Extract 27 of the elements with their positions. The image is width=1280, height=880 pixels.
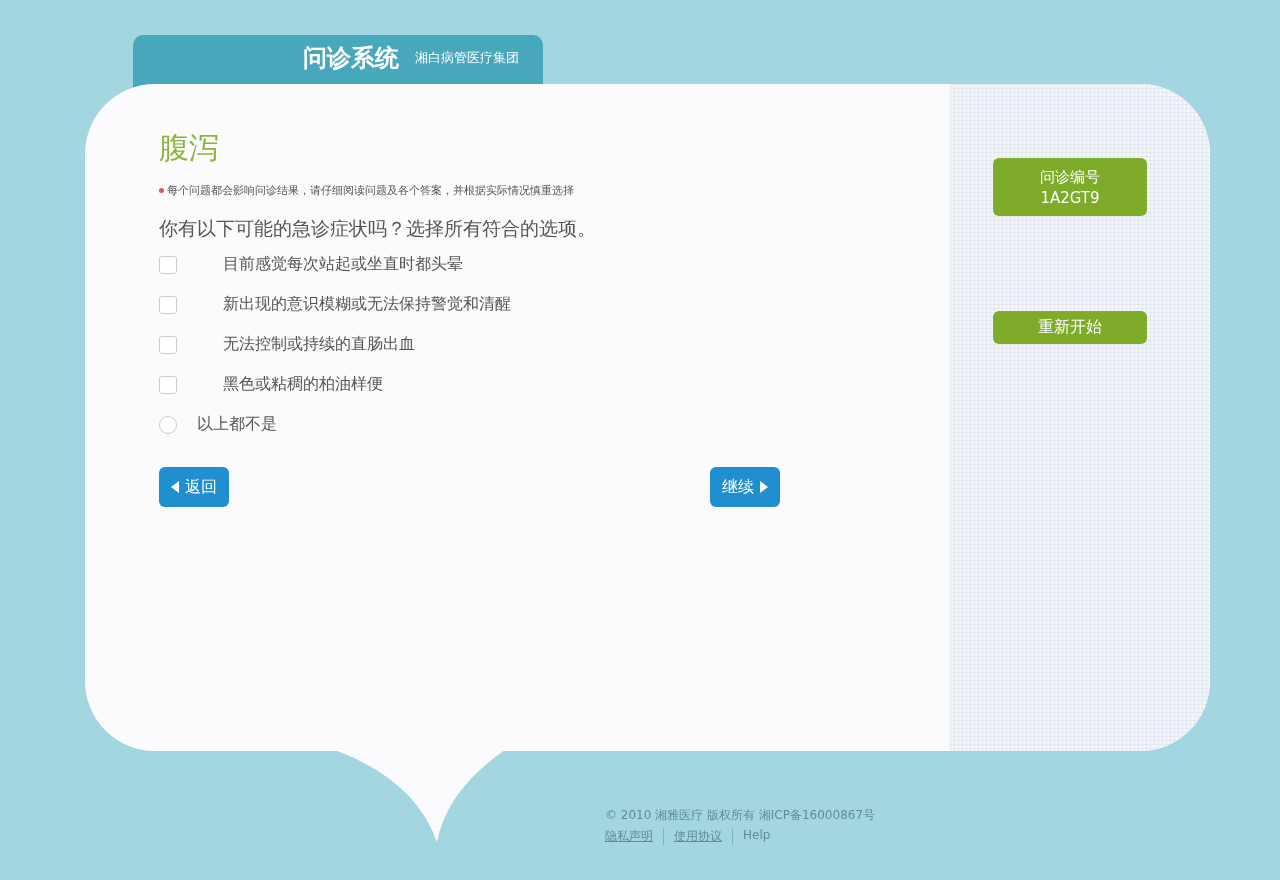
code-value: 1A2GT9 xyxy=(1040,188,1100,207)
option-label: 无法控制或持续的直肠出血 xyxy=(223,334,415,355)
organization-name: 湘白病管医疗集团 xyxy=(415,48,519,67)
restart-button[interactable]: 重新开始 xyxy=(993,311,1147,344)
checkbox[interactable] xyxy=(159,375,177,394)
checkbox[interactable] xyxy=(159,295,177,314)
radio-button[interactable] xyxy=(159,415,177,434)
footer-link[interactable]: Help xyxy=(743,828,781,845)
system-title: 问诊系统 xyxy=(302,42,399,74)
checkbox[interactable] xyxy=(159,255,177,274)
option-label: 新出现的意识模糊或无法保持警觉和清醒 xyxy=(223,294,511,315)
bullet-icon xyxy=(159,188,164,193)
footer-link[interactable]: 隐私声明 xyxy=(605,828,664,845)
code-label: 问诊编号 xyxy=(1040,167,1100,187)
footer-link[interactable]: 使用协议 xyxy=(674,828,733,845)
left-triangle-icon xyxy=(171,481,179,493)
question-text: 你有以下可能的急诊症状吗？选择所有符合的选项。 xyxy=(159,216,597,241)
continue-button[interactable]: 继续 xyxy=(710,467,780,507)
page-title: 腹泻 xyxy=(159,129,220,167)
back-button[interactable]: 返回 xyxy=(159,467,229,507)
option-label: 目前感觉每次站起或坐直时都头晕 xyxy=(223,254,463,275)
copyright-text: © 2010 湘雅医疗 版权所有 湘ICP备16000867号 xyxy=(605,807,876,824)
notice-text: 每个问题都会影响问诊结果，请仔细阅读问题及各个答案，并根据实际情况慎重选择 xyxy=(167,183,574,198)
checkbox[interactable] xyxy=(159,335,177,354)
option-label: 以上都不是 xyxy=(197,414,277,435)
option-label: 黑色或粘稠的柏油样便 xyxy=(223,374,383,395)
right-triangle-icon xyxy=(760,481,768,493)
